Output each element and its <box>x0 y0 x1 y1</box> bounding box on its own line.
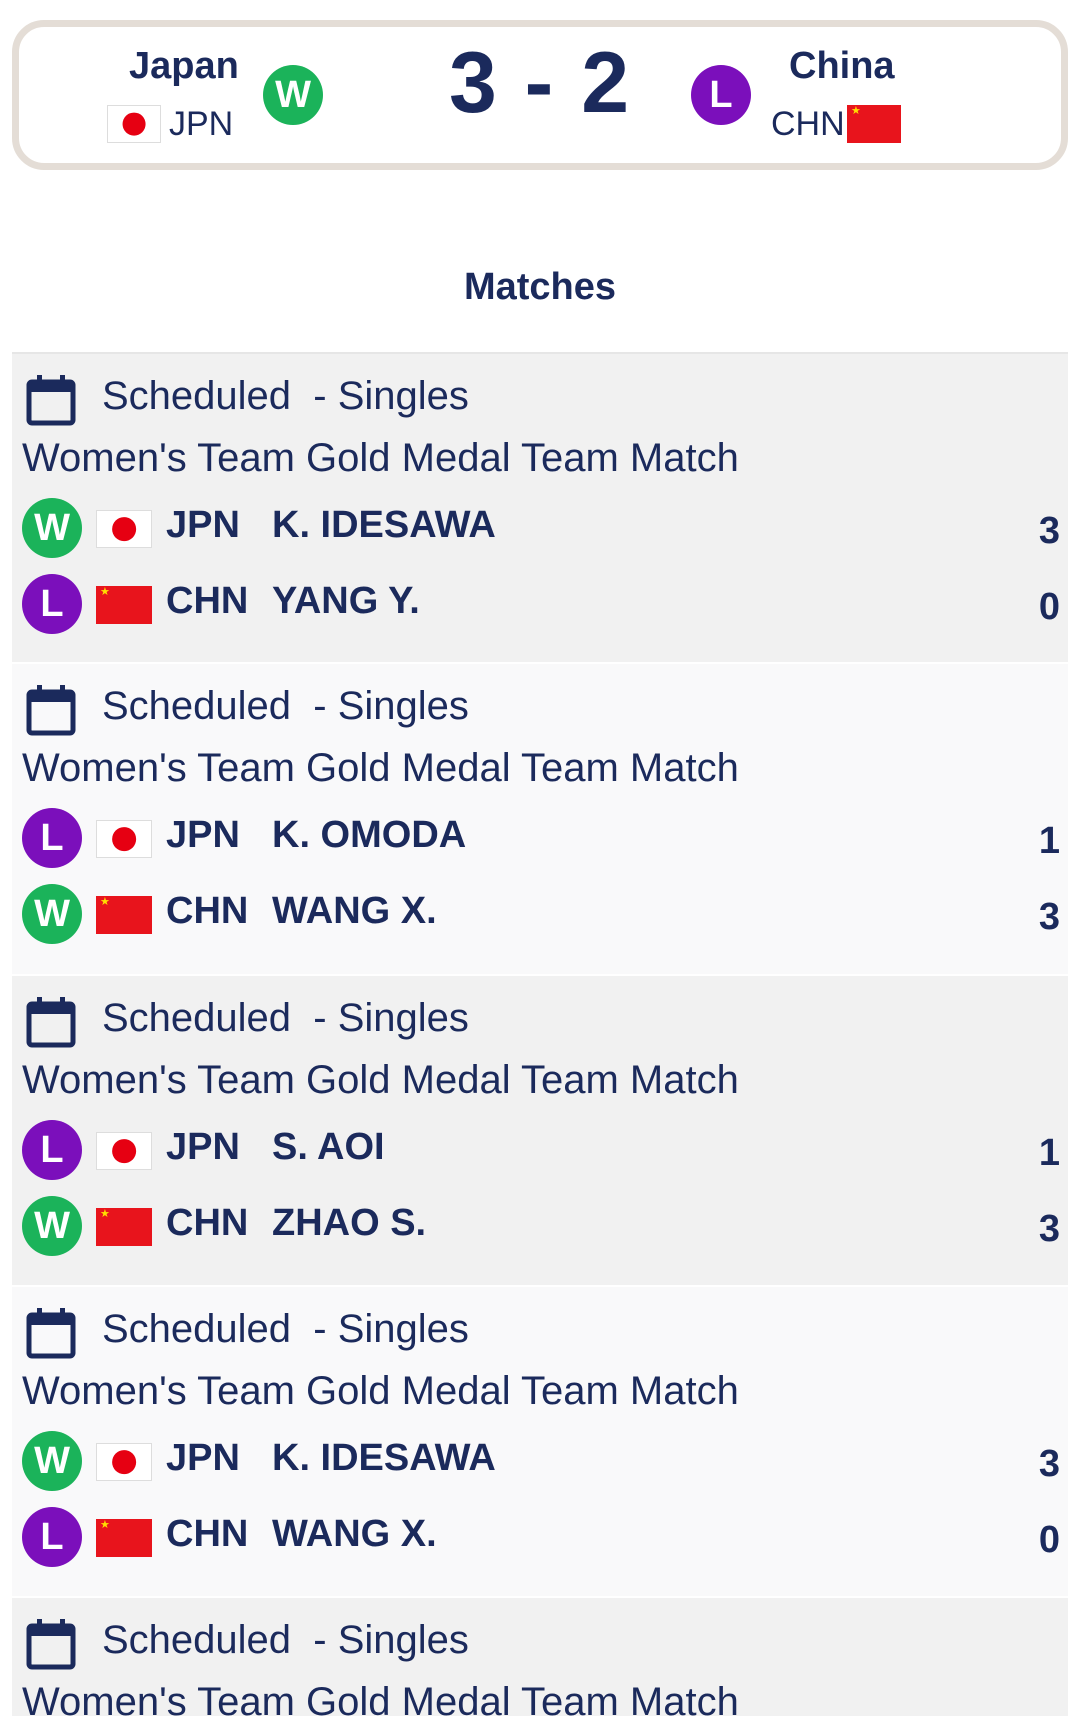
player-country: CHN <box>166 580 249 622</box>
status-label: Scheduled <box>102 374 292 418</box>
away-team-code: CHN <box>771 105 845 143</box>
player-name: WANG X. <box>272 1513 437 1555</box>
home-win-badge: W <box>263 65 323 125</box>
player-name: K. IDESAWA <box>272 504 496 546</box>
player-country: JPN <box>166 1126 240 1168</box>
player-name: K. IDESAWA <box>272 1437 496 1479</box>
china-flag-icon <box>96 586 152 624</box>
matches-heading: Matches <box>463 266 617 308</box>
player-name: ZHAO S. <box>272 1202 427 1244</box>
event-title: Women's Team Gold Medal Team Match <box>22 1058 739 1102</box>
match-card[interactable]: Scheduled - Singles Women's Team Gold Med… <box>12 354 1068 662</box>
player-score: 3 <box>1038 896 1060 938</box>
japan-flag-icon <box>96 1443 152 1481</box>
china-flag-icon <box>96 1208 152 1246</box>
match-type: - Singles <box>313 374 469 418</box>
japan-flag-icon <box>96 820 152 858</box>
china-flag-icon <box>96 896 152 934</box>
player-country: CHN <box>166 1202 249 1244</box>
player-row: L JPN K. OMODA 1 <box>12 806 1068 870</box>
player-country: CHN <box>166 1513 249 1555</box>
match-status: Scheduled - Singles <box>102 1618 469 1663</box>
player-row: W CHN WANG X. 3 <box>12 882 1068 946</box>
player-name: YANG Y. <box>272 580 420 622</box>
calendar-icon <box>26 374 76 426</box>
player-score: 3 <box>1038 1208 1060 1250</box>
home-team-name: Japan <box>129 45 239 87</box>
match-type: - Singles <box>313 996 469 1040</box>
win-badge: W <box>22 498 82 558</box>
player-score: 1 <box>1038 1132 1060 1174</box>
japan-flag-icon <box>96 1132 152 1170</box>
player-country: CHN <box>166 890 249 932</box>
player-name: K. OMODA <box>272 814 467 856</box>
match-status: Scheduled - Singles <box>102 996 469 1041</box>
china-flag-icon <box>847 105 901 143</box>
match-card[interactable]: Scheduled - Singles Women's Team Gold Med… <box>12 1598 1068 1724</box>
player-score: 0 <box>1038 1519 1060 1561</box>
player-country: JPN <box>166 814 240 856</box>
away-team-name: China <box>789 45 895 87</box>
loss-badge: L <box>22 1507 82 1567</box>
player-score: 0 <box>1038 586 1060 628</box>
player-score: 3 <box>1038 510 1060 552</box>
loss-badge: L <box>22 808 82 868</box>
player-row: W JPN K. IDESAWA 3 <box>12 1429 1068 1493</box>
player-country: JPN <box>166 1437 240 1479</box>
calendar-icon <box>26 996 76 1048</box>
event-title: Women's Team Gold Medal Team Match <box>22 1680 739 1724</box>
player-score: 3 <box>1038 1443 1060 1485</box>
status-label: Scheduled <box>102 1618 292 1662</box>
calendar-icon <box>26 1618 76 1670</box>
player-country: JPN <box>166 504 240 546</box>
player-score: 1 <box>1038 820 1060 862</box>
loss-badge: L <box>22 1120 82 1180</box>
player-row: L JPN S. AOI 1 <box>12 1118 1068 1182</box>
china-flag-icon <box>96 1519 152 1557</box>
player-row: W CHN ZHAO S. 3 <box>12 1194 1068 1258</box>
calendar-icon <box>26 1307 76 1359</box>
away-loss-badge: L <box>691 65 751 125</box>
match-status: Scheduled - Singles <box>102 374 469 419</box>
event-title: Women's Team Gold Medal Team Match <box>22 746 739 790</box>
match-card[interactable]: Scheduled - Singles Women's Team Gold Med… <box>12 1287 1068 1596</box>
match-type: - Singles <box>313 1618 469 1662</box>
loss-badge: L <box>22 574 82 634</box>
match-type: - Singles <box>313 1307 469 1351</box>
event-title: Women's Team Gold Medal Team Match <box>22 1369 739 1413</box>
player-name: S. AOI <box>272 1126 385 1168</box>
win-badge: W <box>22 884 82 944</box>
match-status: Scheduled - Singles <box>102 684 469 729</box>
calendar-icon <box>26 684 76 736</box>
status-label: Scheduled <box>102 1307 292 1351</box>
japan-flag-icon <box>96 510 152 548</box>
player-row: L CHN YANG Y. 0 <box>12 572 1068 636</box>
match-card[interactable]: Scheduled - Singles Women's Team Gold Med… <box>12 664 1068 974</box>
win-badge: W <box>22 1196 82 1256</box>
win-badge: W <box>22 1431 82 1491</box>
match-type: - Singles <box>313 684 469 728</box>
player-row: L CHN WANG X. 0 <box>12 1505 1068 1569</box>
status-label: Scheduled <box>102 996 292 1040</box>
japan-flag-icon <box>107 105 161 143</box>
player-row: W JPN K. IDESAWA 3 <box>12 496 1068 560</box>
match-status: Scheduled - Singles <box>102 1307 469 1352</box>
status-label: Scheduled <box>102 684 292 728</box>
match-card[interactable]: Scheduled - Singles Women's Team Gold Med… <box>12 976 1068 1285</box>
event-title: Women's Team Gold Medal Team Match <box>22 436 739 480</box>
team-scoreboard: Japan JPN W L China CHN <box>12 20 1068 170</box>
home-team-code: JPN <box>169 105 234 143</box>
player-name: WANG X. <box>272 890 437 932</box>
